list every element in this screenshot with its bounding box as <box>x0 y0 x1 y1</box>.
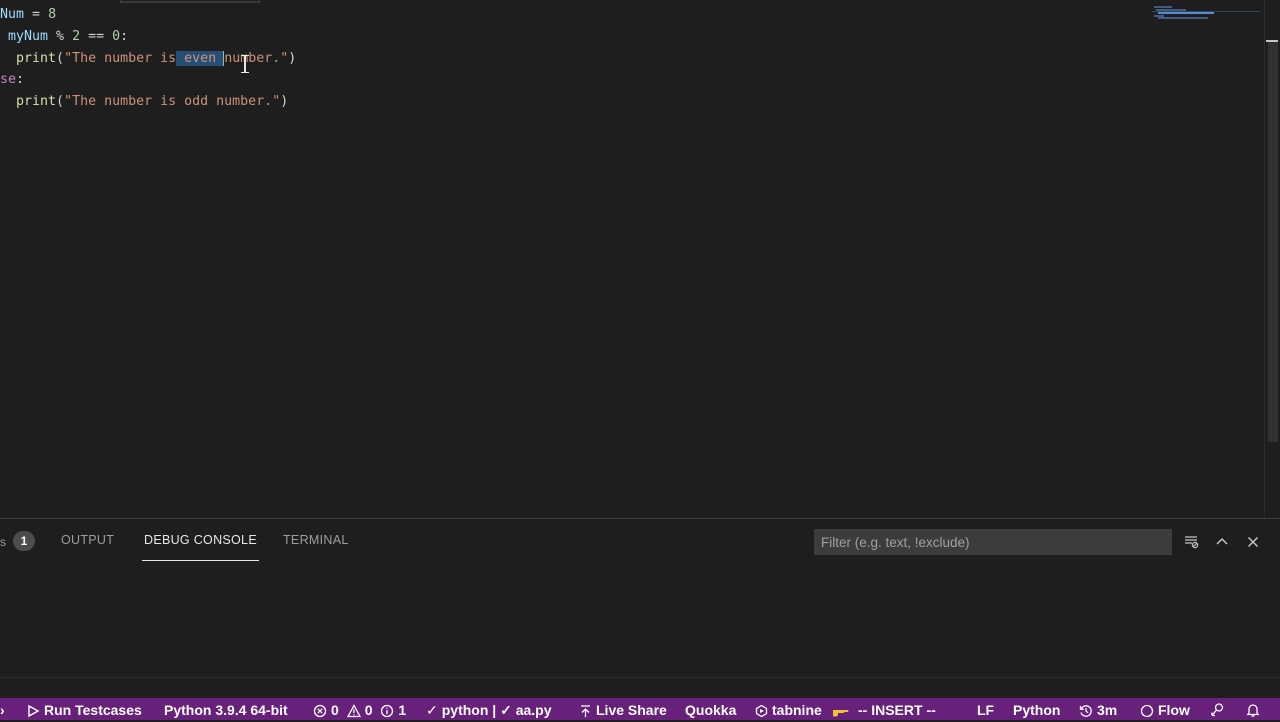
scrollbar-cursor-marker <box>1266 40 1278 42</box>
tab-terminal[interactable]: TERMINAL <box>283 533 349 559</box>
run-testcases-button[interactable]: Run Testcases <box>26 698 142 720</box>
tab-debug-console-label: DEBUG CONSOLE <box>144 533 257 547</box>
tabnine-icon <box>755 698 768 722</box>
panel-tab-bar: s 1 OUTPUT DEBUG CONSOLE TERMINAL <box>0 519 800 563</box>
history-icon <box>1079 698 1093 722</box>
problems-summary[interactable]: 0 0 1 <box>313 698 406 720</box>
tab-output-label: OUTPUT <box>61 533 115 547</box>
warning-count: 0 <box>364 702 373 718</box>
tabnine-label: tabnine <box>772 702 822 718</box>
end-of-line-selector[interactable]: LF <box>977 698 994 720</box>
code-editor[interactable]: Num = 8 myNum % 2 == 0: print("The numbe… <box>0 0 1280 518</box>
minimap[interactable] <box>1152 4 1262 19</box>
pointing-hand-icon <box>832 698 850 722</box>
code-token: print <box>0 94 57 109</box>
code-token: : <box>16 72 25 87</box>
code-token: "The number is <box>64 51 177 66</box>
quokka-button[interactable]: Quokka <box>685 698 736 720</box>
code-token: print <box>0 51 57 66</box>
info-icon <box>380 698 394 722</box>
play-icon <box>26 698 40 722</box>
time-tracker[interactable]: 3m <box>1079 698 1117 720</box>
error-count: 0 <box>331 702 339 718</box>
code-token: "The number is odd number." <box>64 94 281 109</box>
code-token: 2 <box>72 29 81 44</box>
code-line[interactable]: print("The number is odd number.") <box>0 91 288 112</box>
fold-region-marker <box>120 0 260 3</box>
code-line[interactable]: myNum % 2 == 0: <box>0 26 128 47</box>
code-token: = <box>24 7 49 22</box>
flow-button[interactable]: Flow <box>1140 698 1190 720</box>
code-token: ( <box>56 94 65 109</box>
close-panel-icon[interactable] <box>1242 531 1264 553</box>
scrollbar-thumb[interactable] <box>1268 40 1278 442</box>
clear-console-icon[interactable] <box>1180 531 1202 553</box>
time-tracker-label: 3m <box>1097 702 1118 718</box>
code-token: se <box>0 72 17 87</box>
live-share-icon <box>579 698 592 722</box>
code-token: % <box>48 29 73 44</box>
tabnine-button[interactable]: tabnine <box>755 698 854 720</box>
code-token: ) <box>280 94 289 109</box>
panel-divider <box>0 677 1280 678</box>
code-token: == <box>80 29 113 44</box>
info-count: 1 <box>398 702 407 718</box>
editor-vertical-scrollbar[interactable] <box>1264 0 1279 518</box>
code-token: 0 <box>112 29 121 44</box>
filter-input[interactable] <box>815 530 1171 554</box>
run-testcases-label: Run Testcases <box>44 702 142 718</box>
status-bar-edge-glyph: › <box>0 702 5 718</box>
problems-count-badge[interactable]: 1 <box>13 531 35 551</box>
notifications-bell-icon[interactable] <box>1245 698 1261 720</box>
circle-icon <box>1140 698 1154 722</box>
error-icon <box>313 698 327 722</box>
live-share-button[interactable]: Live Share <box>579 698 667 720</box>
python-interpreter-selector[interactable]: Python 3.9.4 64-bit <box>164 698 288 720</box>
check-icon: ✓ <box>426 702 438 718</box>
code-token: 8 <box>48 7 57 22</box>
flow-label: Flow <box>1158 702 1190 718</box>
debug-console-filter[interactable] <box>814 529 1172 555</box>
code-token: Num <box>0 7 25 22</box>
mouse-ibeam-cursor <box>241 55 249 73</box>
tab-debug-console[interactable]: DEBUG CONSOLE <box>142 533 259 561</box>
active-tab-indicator <box>142 560 259 561</box>
tab-terminal-label: TERMINAL <box>283 533 349 547</box>
live-share-label: Live Share <box>596 702 667 718</box>
code-line[interactable]: Num = 8 <box>0 4 56 25</box>
maximize-panel-chevron-up-icon[interactable] <box>1211 531 1233 553</box>
python-lint-label: python | ✓ aa.py <box>441 702 552 718</box>
selected-text: even <box>176 51 225 66</box>
code-token: ( <box>56 51 65 66</box>
warning-icon <box>346 698 361 722</box>
python-lint-status[interactable]: ✓ python | ✓ aa.py <box>426 698 552 720</box>
feedback-icon[interactable] <box>1210 698 1226 720</box>
language-mode-selector[interactable]: Python <box>1013 698 1060 720</box>
code-token: number." <box>224 51 289 66</box>
code-token: : <box>120 29 129 44</box>
code-line[interactable]: se: <box>0 69 24 90</box>
problems-tab-edge[interactable]: s <box>0 535 6 549</box>
code-token: myNum <box>0 29 49 44</box>
tab-output[interactable]: OUTPUT <box>61 533 114 559</box>
vim-mode-indicator[interactable]: -- INSERT -- <box>858 698 936 720</box>
bottom-panel: s 1 OUTPUT DEBUG CONSOLE TERMINAL <box>0 518 1280 697</box>
status-bar: › Run Testcases Python 3.9.4 64-bit 0 0 … <box>0 698 1280 720</box>
code-line[interactable]: print("The number is even number.") <box>0 48 296 69</box>
code-token: ) <box>288 51 297 66</box>
